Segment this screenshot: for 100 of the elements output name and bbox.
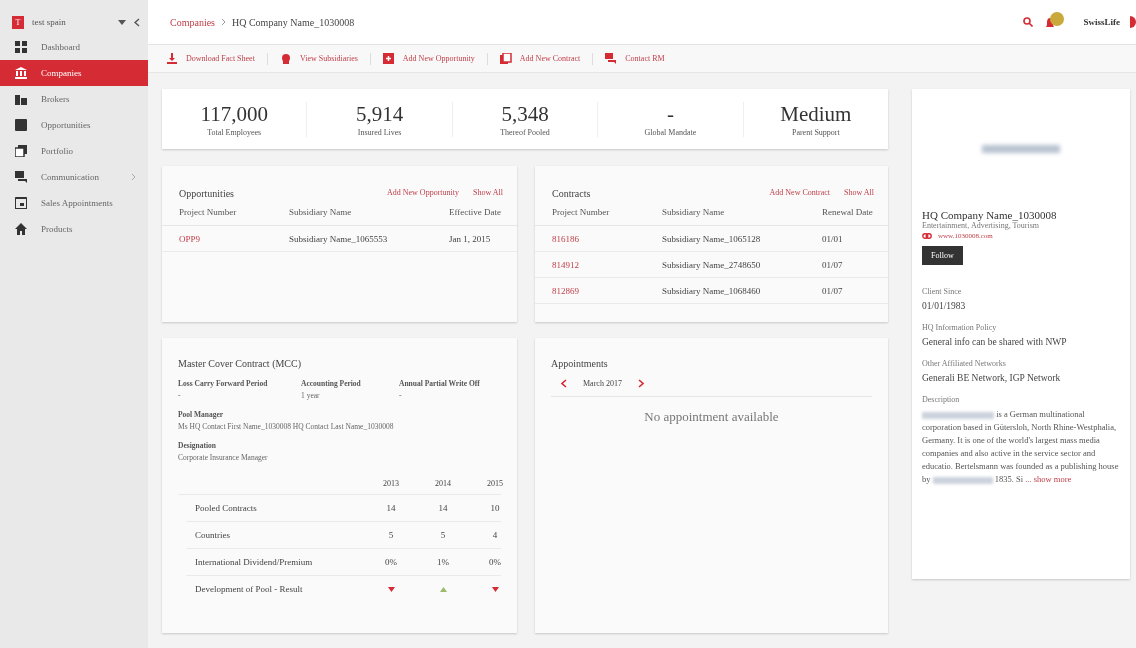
- stat-label: Global Mandate: [643, 127, 698, 137]
- section-label: Other Affiliated Networks: [922, 359, 1007, 368]
- collapse-icon: [134, 17, 140, 27]
- account-name[interactable]: test spain: [32, 17, 110, 27]
- nav-item[interactable]: Opportunities: [0, 112, 148, 138]
- calendar-icon: [15, 197, 27, 209]
- row-label: Pooled Contracts: [195, 503, 258, 513]
- table-cell-text: 01/07: [822, 259, 844, 270]
- month-label: March 2017: [583, 379, 622, 388]
- column-header: Subsidiary Name: [289, 207, 353, 217]
- building-icon: [15, 93, 27, 105]
- documents-icon: [499, 52, 512, 65]
- stat-value: 117,000: [199, 101, 269, 126]
- blurred-name: [922, 411, 994, 419]
- table-cell-text: Subsidiary Name_1065128: [662, 233, 762, 244]
- action-link[interactable]: Add New Contract: [499, 52, 581, 65]
- add-square-icon: [382, 52, 395, 65]
- year-header: 2015: [486, 478, 504, 488]
- section-label: Description: [922, 395, 961, 404]
- section-value: Generali BE Network, IGP Network: [922, 373, 1062, 383]
- empty-message: No appointment available: [643, 409, 780, 425]
- action-link[interactable]: Add New Opportunity: [382, 52, 475, 65]
- row-label: Development of Pool - Result: [195, 584, 304, 594]
- row-label: International Dividend/Premium: [195, 557, 314, 567]
- card-link[interactable]: Add New Opportunity: [387, 188, 459, 199]
- follow-button[interactable]: Follow: [922, 246, 963, 265]
- home-icon: [15, 223, 27, 235]
- table-cell-text: 01/01: [822, 233, 844, 244]
- table-cell-text: Subsidiary Name_2748650: [662, 259, 762, 270]
- project-link[interactable]: OPP9: [179, 233, 289, 244]
- card-title: Contracts: [552, 188, 591, 199]
- nav-item[interactable]: Communication: [0, 164, 148, 190]
- table-cell-text: 4: [491, 530, 499, 540]
- card-title: Master Cover Contract (MCC): [178, 358, 303, 369]
- industry-text: Entertainment, Advertising, Tourism: [922, 221, 1041, 230]
- account-badge: T: [12, 15, 24, 29]
- chevron-right-icon[interactable]: [637, 379, 644, 388]
- bank-icon: [15, 67, 27, 79]
- stat-label: Insured Lives: [356, 127, 403, 137]
- column-header: Effective Date: [449, 207, 503, 217]
- card-link[interactable]: Add New Contract: [769, 188, 830, 199]
- project-link[interactable]: 816186: [552, 233, 662, 244]
- nav-item[interactable]: Portfolio: [0, 138, 148, 164]
- card-link[interactable]: Show All: [473, 188, 503, 199]
- nav-item[interactable]: Dashboard: [0, 34, 148, 60]
- company-name: HQ Company Name_1030008: [922, 209, 1058, 221]
- stat-value: Medium: [779, 101, 853, 126]
- chevron-right-icon: [131, 173, 136, 181]
- card-link[interactable]: Show All: [844, 188, 874, 199]
- hierarchy-icon: [279, 52, 292, 65]
- section-value: 01/01/1983: [922, 301, 967, 311]
- nav-item[interactable]: Sales Appointments: [0, 190, 148, 216]
- table-cell-text: Subsidiary Name_1065553: [289, 233, 389, 244]
- project-link[interactable]: 814912: [552, 259, 662, 270]
- stat-label: Thereof Pooled: [499, 127, 551, 137]
- nav-item[interactable]: Companies: [0, 60, 148, 86]
- show-more-link[interactable]: ... show more: [1025, 474, 1072, 484]
- table-cell-text: 14: [385, 503, 397, 513]
- section-value: General info can be shared with NWP: [922, 337, 1068, 347]
- table-cell-text: 0%: [488, 557, 502, 567]
- stat-label: Parent Support: [790, 127, 841, 137]
- breadcrumb-item[interactable]: Companies: [170, 16, 215, 28]
- project-link[interactable]: 812869: [552, 285, 662, 296]
- description-text: is a German multinational corporation based in Gütersloh, North Rhine-Westphalia, Germany. It is one of the world's largest mass media companies and also active in the service sector and educatio. Bertelsmann was founded as a publishing house by 1835. Si ... show more: [922, 408, 1120, 486]
- brand-logo: SwissLife: [1083, 17, 1120, 27]
- table-cell-text: 5: [387, 530, 395, 540]
- breadcrumb-item: HQ Company Name_1030008: [232, 16, 355, 28]
- table-cell-text: 1%: [436, 557, 450, 567]
- section-label: HQ Information Policy: [922, 323, 998, 332]
- column-header: Project Number: [179, 207, 238, 217]
- table-cell-text: 14: [437, 503, 449, 513]
- table-cell-text: Jan 1, 2015: [449, 233, 492, 244]
- square-icon: [15, 119, 27, 131]
- chat-icon: [605, 52, 618, 65]
- stack-icon: [15, 145, 27, 157]
- stat-value: 5,914: [355, 101, 405, 126]
- blurred-name: [932, 476, 993, 484]
- chevron-left-icon[interactable]: [561, 379, 567, 388]
- brand-mark-icon: [1130, 16, 1136, 28]
- link-icon: [922, 233, 932, 239]
- chevron-right-icon: [221, 18, 226, 26]
- table-cell-text: 01/07: [822, 285, 844, 296]
- stat-value: -: [665, 101, 675, 126]
- table-cell-text: 0%: [384, 557, 398, 567]
- table-cell-text: Subsidiary Name_1068460: [662, 285, 762, 296]
- action-link[interactable]: View Subsidiaries: [279, 52, 358, 65]
- table-cell-text: 10: [489, 503, 501, 513]
- column-header: Renewal Date: [822, 207, 874, 217]
- card-title: Opportunities: [179, 188, 234, 199]
- chat-icon: [15, 171, 27, 183]
- action-link[interactable]: Contact RM: [605, 52, 665, 65]
- download-icon: [166, 52, 178, 65]
- nav-item[interactable]: Brokers: [0, 86, 148, 112]
- action-link[interactable]: Download Fact Sheet: [166, 52, 255, 65]
- section-label: Client Since: [922, 287, 963, 296]
- year-header: 2014: [434, 478, 452, 488]
- nav-item[interactable]: Products: [0, 216, 148, 242]
- table-cell-text: 5: [439, 530, 447, 540]
- search-icon: [1023, 17, 1034, 27]
- caret-down-icon: [118, 19, 126, 25]
